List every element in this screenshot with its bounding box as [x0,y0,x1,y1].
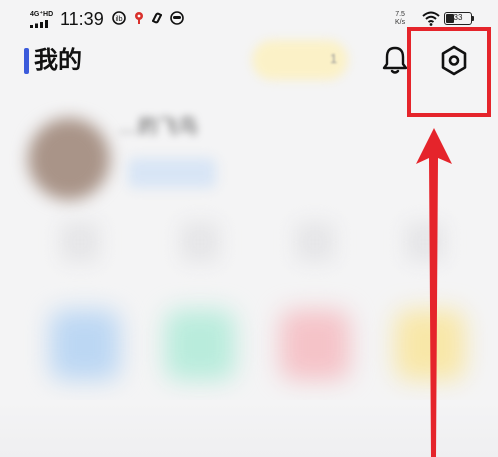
wifi-icon [422,11,440,26]
user-nickname[interactable]: …的飞鸟 [118,110,198,139]
stat-item[interactable] [60,222,100,262]
title-accent-bar [24,48,29,74]
stats-row [30,222,470,272]
clock: 11:39 [60,9,104,29]
profile-tag[interactable] [128,158,216,188]
stat-item[interactable] [180,222,220,262]
feature-tile[interactable] [165,310,235,380]
page-title: 我的 [34,47,82,74]
speed-value: 7.5 [395,11,405,18]
svg-text:ilb: ilb [115,16,122,23]
feature-tile[interactable] [280,310,350,380]
battery-level: 33 [453,13,463,22]
avatar[interactable] [28,118,110,200]
network-type: 4G⁺HD [30,11,54,18]
feature-tile[interactable] [50,310,120,380]
stat-item[interactable] [295,222,335,262]
battery-tip [472,16,474,21]
face-icon [170,11,184,25]
cellular-signal: 4G⁺HD [30,11,56,28]
vip-banner-text: 1 [330,51,338,66]
map-pin-icon [135,12,143,24]
arrow-up-icon [416,128,452,457]
feature-tiles [20,300,480,400]
signal-bars-icon [30,20,48,28]
link-icon [152,12,162,24]
highlight-box [407,27,491,117]
network-speed: 7.5 K/s [395,11,405,27]
speed-unit: K/s [395,19,406,26]
bell-icon [382,46,408,74]
notifications-button[interactable] [382,45,408,75]
weibo-icon: ilb [112,11,126,25]
battery-icon: 33 [444,12,472,25]
